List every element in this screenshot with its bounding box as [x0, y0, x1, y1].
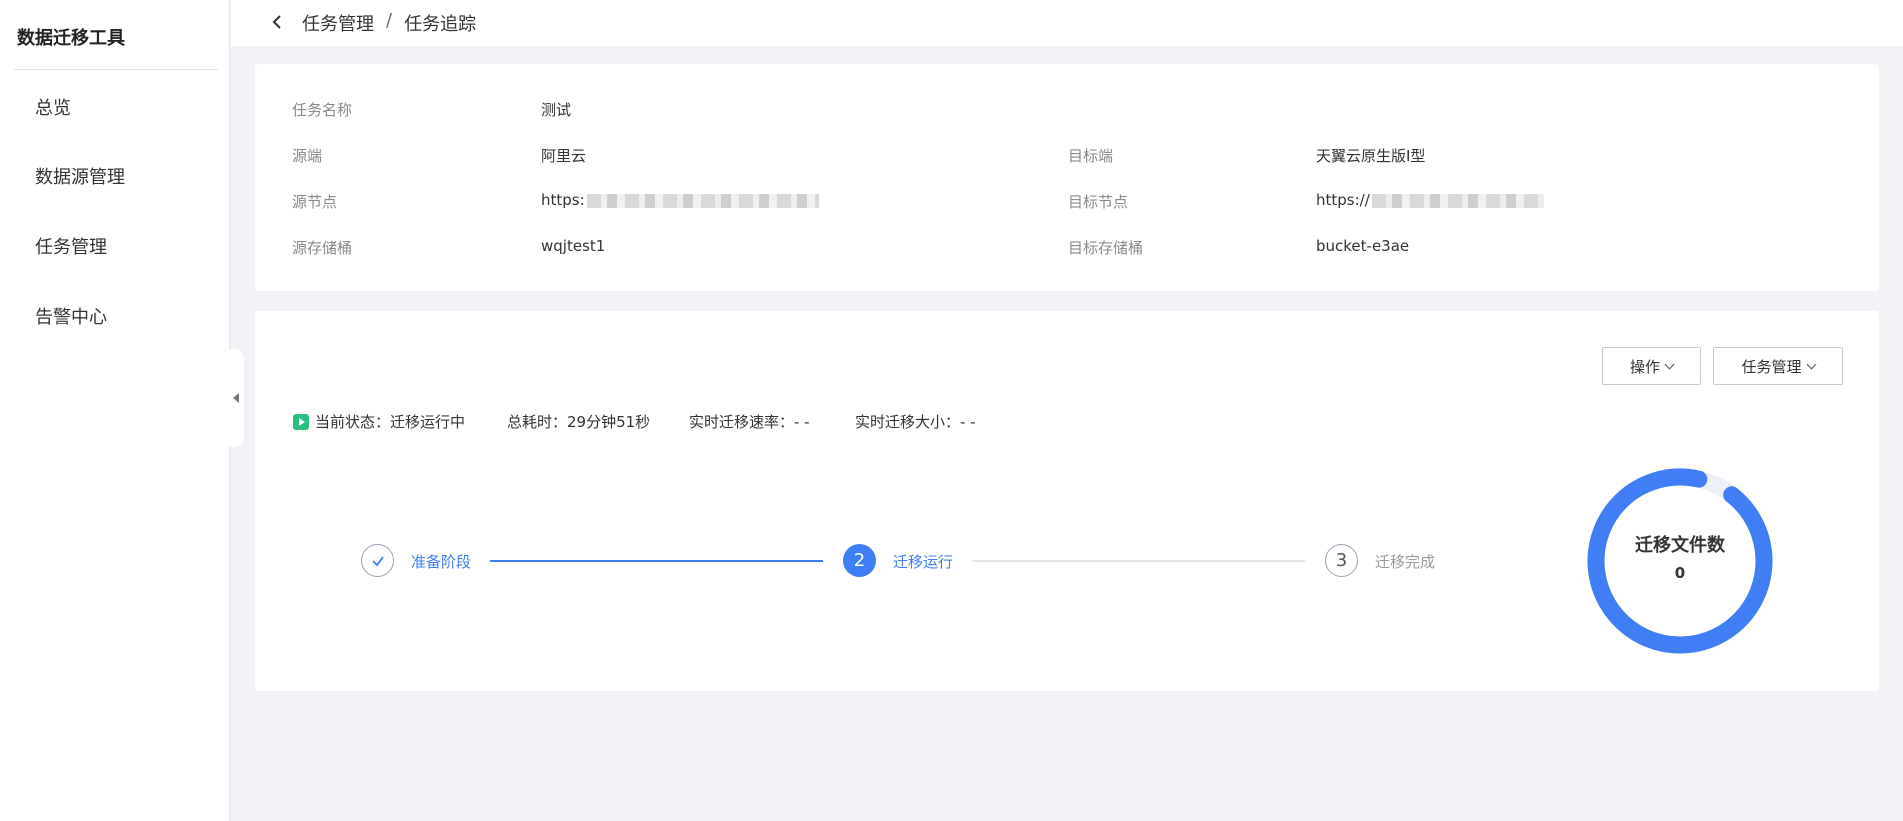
target-value: 天翼云原生版I型	[1316, 147, 1426, 165]
check-icon	[371, 555, 384, 566]
source-node-value: https:	[541, 191, 819, 209]
source-bucket-label: 源存储桶	[292, 239, 353, 257]
sidebar-item-tasks[interactable]: 任务管理	[35, 233, 107, 259]
current-status-text: 当前状态：迁移运行中	[315, 413, 466, 431]
task-manage-label: 任务管理	[1741, 357, 1802, 376]
source-node-label: 源节点	[292, 193, 338, 211]
breadcrumb-separator: /	[386, 10, 393, 31]
target-bucket-value: bucket-e3ae	[1316, 237, 1410, 255]
redacted-url	[1371, 193, 1544, 208]
caret-left-icon	[232, 393, 239, 403]
source-value: 阿里云	[541, 147, 587, 165]
step-prepare-circle	[361, 544, 394, 577]
app-title: 数据迁移工具	[17, 28, 125, 49]
task-name-label: 任务名称	[292, 101, 353, 119]
migration-count-title: 迁移文件数	[1635, 535, 1725, 556]
operate-label: 操作	[1629, 357, 1660, 376]
breadcrumb-parent[interactable]: 任务管理	[302, 10, 374, 36]
task-tracking-card: 操作 任务管理 当前状态：迁移运行中 总耗时：29分钟51秒 实时迁移速率：- …	[255, 311, 1879, 691]
target-bucket-label: 目标存储桶	[1068, 239, 1144, 257]
header: 任务管理 / 任务追踪	[231, 0, 1903, 46]
chevron-left-icon	[272, 15, 281, 29]
step-complete-circle: 3	[1325, 544, 1358, 577]
realtime-size: 实时迁移大小：- -	[855, 413, 976, 431]
target-node-label: 目标节点	[1068, 193, 1129, 211]
migration-count-donut	[1587, 468, 1773, 654]
target-node-value: https://	[1316, 191, 1544, 209]
play-icon	[293, 413, 309, 430]
current-status: 当前状态：迁移运行中	[293, 411, 465, 432]
target-node-text: https://	[1316, 191, 1370, 209]
donut-progress-arc	[1587, 468, 1773, 654]
step-complete-label: 迁移完成	[1375, 553, 1436, 571]
realtime-speed: 实时迁移速率：- -	[689, 413, 810, 431]
step-connector-done	[490, 560, 823, 562]
sidebar-divider	[14, 69, 218, 70]
step-prepare-label: 准备阶段	[411, 553, 472, 571]
source-label: 源端	[292, 147, 323, 165]
sidebar-item-alerts[interactable]: 告警中心	[35, 303, 107, 329]
sidebar-collapse-toggle[interactable]	[227, 349, 244, 447]
operate-dropdown[interactable]: 操作	[1602, 347, 1701, 385]
breadcrumb: 任务管理 / 任务追踪	[302, 10, 476, 36]
migration-count-value: 0	[1674, 564, 1686, 582]
back-button[interactable]	[267, 12, 287, 32]
task-info-card: 任务名称 测试 源端 阿里云 目标端 天翼云原生版I型 源节点 https: 目…	[255, 64, 1879, 291]
sidebar-item-datasource[interactable]: 数据源管理	[35, 163, 125, 189]
task-manage-dropdown[interactable]: 任务管理	[1713, 347, 1843, 385]
chevron-down-icon	[1806, 359, 1816, 369]
chevron-down-icon	[1664, 359, 1675, 369]
redacted-url	[586, 193, 819, 208]
elapsed-time: 总耗时：29分钟51秒	[507, 413, 651, 431]
step-running-circle: 2	[843, 544, 876, 577]
source-node-text: https:	[541, 191, 585, 209]
source-bucket-value: wqjtest1	[541, 237, 606, 255]
sidebar: 数据迁移工具 总览 数据源管理 任务管理 告警中心	[0, 0, 230, 821]
task-name-value: 测试	[541, 101, 572, 119]
step-connector-pending	[972, 560, 1305, 562]
breadcrumb-current: 任务追踪	[404, 14, 477, 35]
sidebar-item-overview[interactable]: 总览	[35, 94, 71, 120]
target-label: 目标端	[1068, 147, 1114, 165]
step-running-label: 迁移运行	[893, 553, 954, 571]
